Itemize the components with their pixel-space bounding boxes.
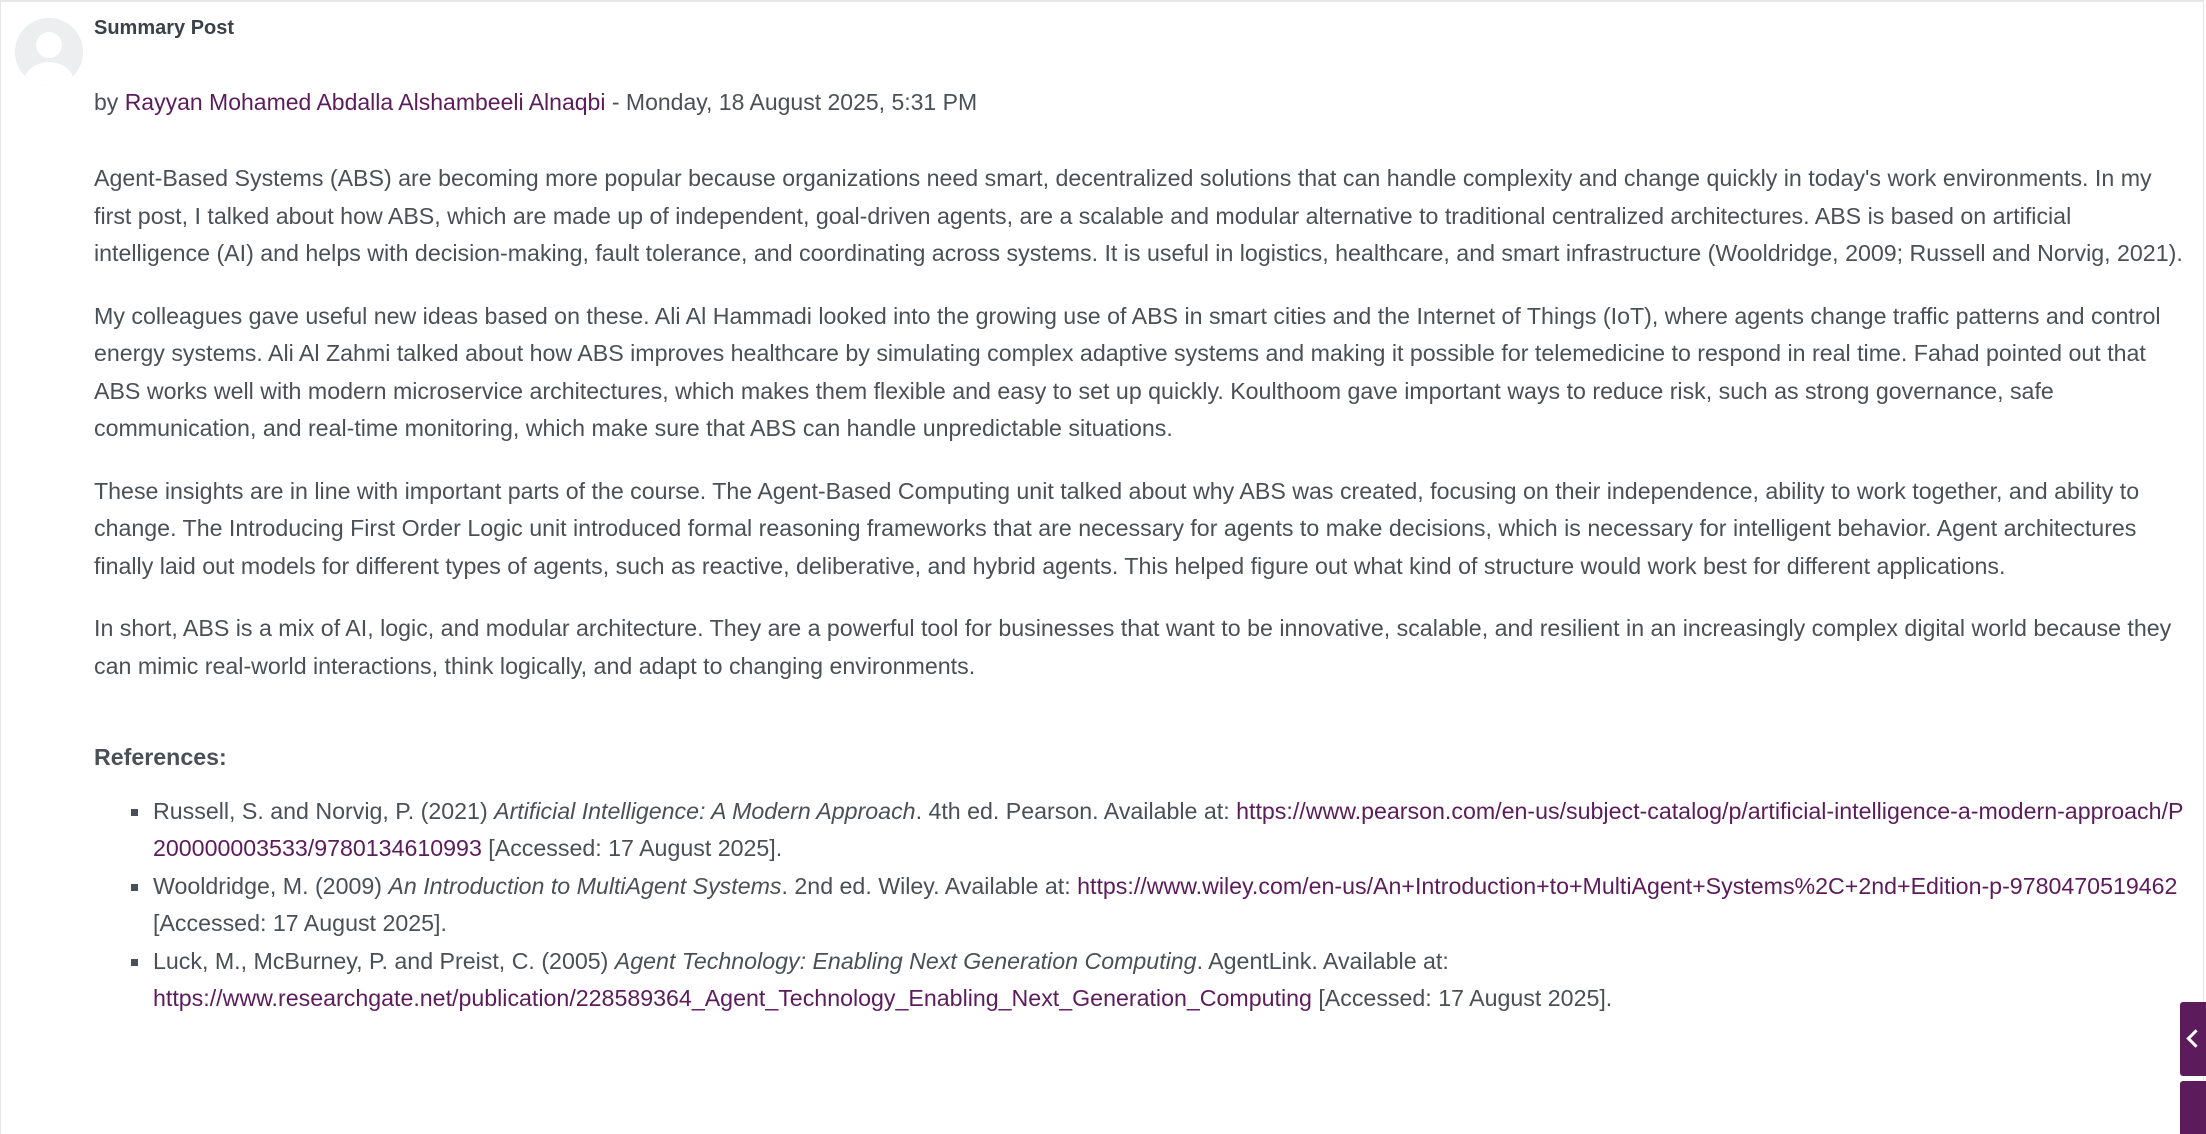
reference-item: Russell, S. and Norvig, P. (2021) Artifi…	[131, 793, 2192, 868]
reference-item: Luck, M., McBurney, P. and Preist, C. (2…	[131, 943, 2192, 1018]
reference-link[interactable]: https://www.researchgate.net/publication…	[153, 985, 1312, 1011]
reference-authors: Russell, S. and Norvig, P. (2021)	[153, 797, 495, 824]
user-avatar-icon[interactable]	[15, 18, 83, 86]
reference-title: Agent Technology: Enabling Next Generati…	[614, 947, 1197, 974]
by-prefix: by	[94, 89, 119, 115]
date-separator: -	[605, 89, 626, 115]
reference-title: Artificial Intelligence: A Modern Approa…	[494, 797, 916, 824]
chevron-left-icon	[2186, 1029, 2205, 1048]
references-list: Russell, S. and Norvig, P. (2021) Artifi…	[94, 793, 2192, 1018]
reference-details: . AgentLink. Available at:	[1196, 947, 1449, 974]
reference-authors: Wooldridge, M. (2009)	[153, 872, 389, 899]
forum-post: Summary Post by Rayyan Mohamed Abdalla A…	[0, 0, 2204, 1134]
post-byline: by Rayyan Mohamed Abdalla Alshambeeli Al…	[94, 89, 977, 116]
post-subject: Summary Post	[94, 17, 235, 39]
reference-details: . 2nd ed. Wiley. Available at:	[781, 872, 1078, 899]
reference-item: Wooldridge, M. (2009) An Introduction to…	[131, 868, 2192, 943]
reference-link[interactable]: https://www.wiley.com/en-us/An+Introduct…	[1077, 873, 2177, 899]
paragraph: These insights are in line with importan…	[94, 477, 2140, 579]
paragraph: In short, ABS is a mix of AI, logic, and…	[94, 615, 2172, 679]
drawer-toggle-button[interactable]	[2180, 1002, 2206, 1076]
references-heading: References:	[94, 744, 227, 770]
paragraph: Agent-Based Systems (ABS) are becoming m…	[94, 165, 2183, 266]
reference-details: . 4th ed. Pearson. Available at:	[915, 797, 1237, 824]
paragraph: My colleagues gave useful new ideas base…	[94, 302, 2161, 442]
reference-title: An Introduction to MultiAgent Systems	[388, 872, 782, 899]
author-link[interactable]: Rayyan Mohamed Abdalla Alshambeeli Alnaq…	[125, 89, 606, 115]
reference-accessed: [Accessed: 17 August 2025].	[153, 910, 447, 936]
drawer-secondary-button[interactable]	[2180, 1081, 2206, 1134]
post-date: Monday, 18 August 2025, 5:31 PM	[625, 89, 978, 115]
reference-authors: Luck, M., McBurney, P. and Preist, C. (2…	[153, 947, 615, 974]
reference-accessed: [Accessed: 17 August 2025].	[481, 835, 783, 861]
reference-accessed: [Accessed: 17 August 2025].	[1311, 985, 1613, 1011]
post-content: Agent-Based Systems (ABS) are becoming m…	[94, 160, 2192, 1018]
